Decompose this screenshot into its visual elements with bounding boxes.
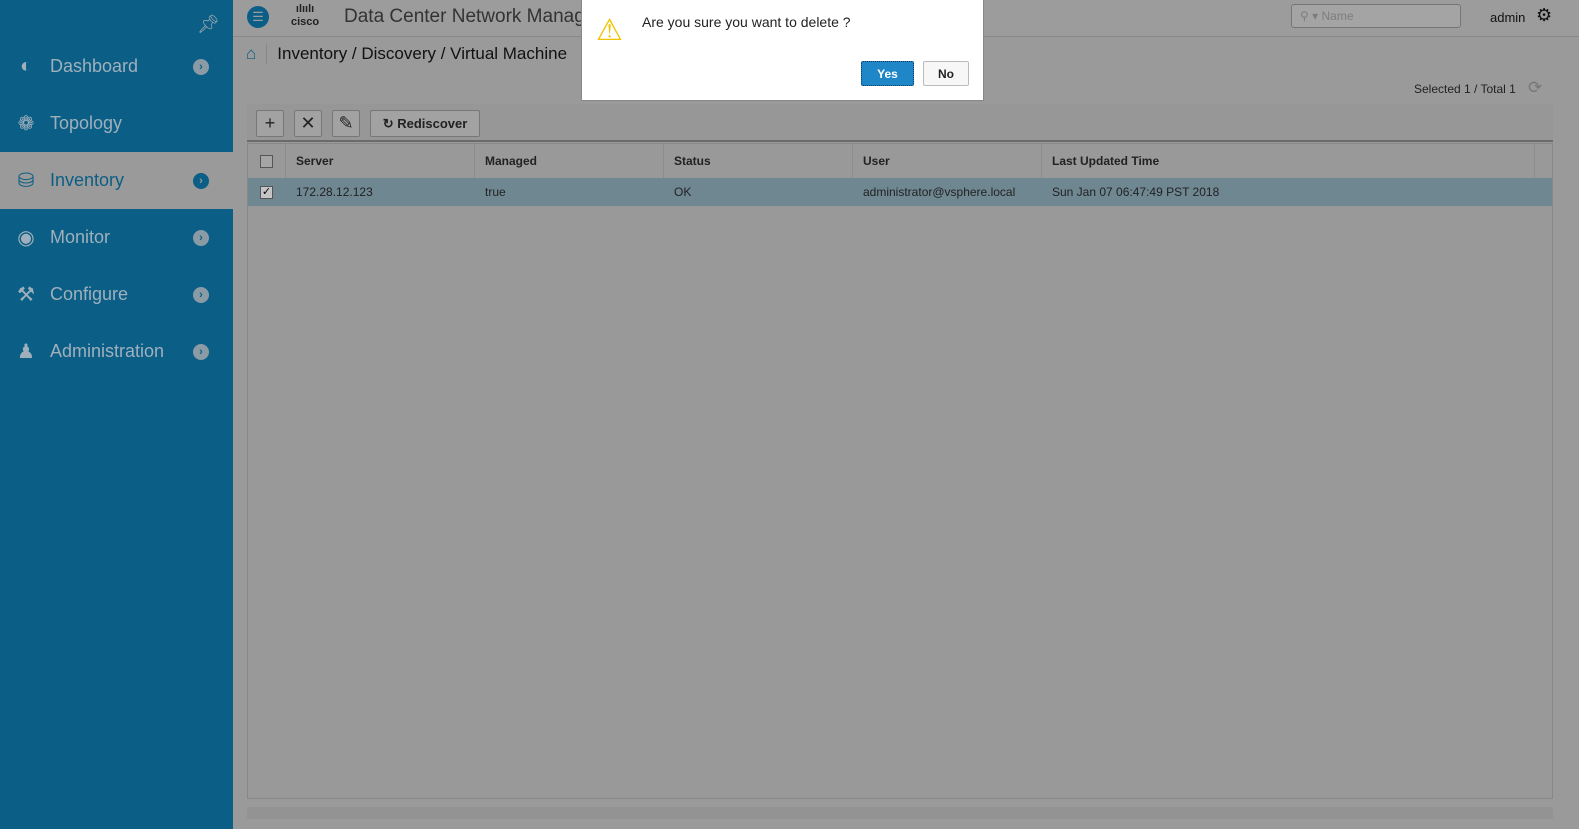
- no-button[interactable]: No: [923, 61, 969, 86]
- toolbar: + ✕ ✎ ↻ Rediscover: [247, 104, 1553, 142]
- select-all-checkbox[interactable]: [260, 154, 273, 168]
- column-header-user[interactable]: User: [853, 144, 1042, 178]
- database-icon: ⛁: [17, 170, 35, 192]
- table-header: Server Managed Status User Last Updated …: [248, 144, 1552, 178]
- sidebar-item-administration[interactable]: ♟ Administration ›: [0, 323, 233, 380]
- sidebar-item-dashboard[interactable]: ◐ Dashboard ›: [0, 38, 233, 95]
- horizontal-scrollbar[interactable]: [247, 807, 1553, 819]
- cisco-logo: ılıılı cisco: [291, 3, 320, 28]
- table-row[interactable]: ✓ 172.28.12.123 true OK administrator@vs…: [248, 178, 1552, 206]
- search-input[interactable]: ⚲ ▾ Name: [1291, 4, 1461, 28]
- pin-icon[interactable]: 📌︎: [197, 14, 220, 35]
- rediscover-icon: ↻: [382, 116, 394, 131]
- column-header-server[interactable]: Server: [286, 144, 475, 178]
- warning-icon: ⚠: [596, 14, 623, 47]
- eye-icon: ◉: [17, 227, 35, 249]
- breadcrumb: ⌂ Inventory / Discovery / Virtual Machine: [246, 44, 567, 64]
- chevron-right-icon: ›: [193, 172, 209, 189]
- sidebar-item-label: Monitor: [50, 227, 111, 247]
- sidebar-item-label: Inventory: [50, 170, 125, 190]
- column-header-last-updated[interactable]: Last Updated Time: [1042, 144, 1535, 178]
- sidebar-item-configure[interactable]: ⚒ Configure ›: [0, 266, 233, 323]
- user-menu[interactable]: admin: [1490, 10, 1525, 25]
- selection-count: Selected 1 / Total 1: [1414, 82, 1516, 96]
- cell-managed: true: [485, 185, 506, 199]
- sidebar-item-label: Configure: [50, 284, 129, 304]
- sidebar-item-topology[interactable]: ❁ Topology: [0, 95, 233, 152]
- breadcrumb-path: Inventory / Discovery / Virtual Machine: [277, 44, 568, 63]
- chevron-right-icon: ›: [193, 343, 209, 360]
- sidebar-item-inventory[interactable]: ⛁ Inventory ›: [0, 152, 233, 209]
- cell-last-updated: Sun Jan 07 06:47:49 PST 2018: [1052, 185, 1220, 199]
- cell-status: OK: [674, 185, 692, 199]
- dashboard-icon: ◐: [19, 55, 33, 77]
- sidebar-item-label: Dashboard: [50, 56, 139, 76]
- data-table: Server Managed Status User Last Updated …: [247, 143, 1553, 799]
- chevron-right-icon: ›: [193, 229, 209, 246]
- column-header-status[interactable]: Status: [664, 144, 853, 178]
- column-header-managed[interactable]: Managed: [475, 144, 664, 178]
- dialog-message: Are you sure you want to delete ?: [642, 14, 851, 30]
- rediscover-button[interactable]: ↻ Rediscover: [370, 110, 480, 137]
- admin-icon: ♟: [17, 341, 35, 363]
- sidebar: 📌︎ ◐ Dashboard › ❁ Topology ⛁ Inventory › ◉ Mo…: [0, 0, 233, 829]
- configure-icon: ⚒: [17, 284, 35, 306]
- chevron-right-icon: ›: [193, 58, 209, 75]
- sidebar-item-label: Administration: [50, 341, 165, 361]
- add-button[interactable]: +: [256, 110, 284, 137]
- edit-button[interactable]: ✎: [332, 110, 360, 137]
- delete-confirm-dialog: ⚠ Are you sure you want to delete ? Yes …: [581, 0, 984, 101]
- yes-button[interactable]: Yes: [861, 61, 914, 86]
- row-checkbox[interactable]: ✓: [260, 185, 273, 199]
- hamburger-menu-icon[interactable]: ☰: [247, 6, 269, 28]
- sidebar-item-label: Topology: [50, 113, 123, 133]
- search-icon: ⚲ ▾: [1300, 9, 1322, 23]
- gear-icon[interactable]: ⚙: [1536, 5, 1552, 26]
- sidebar-item-monitor[interactable]: ◉ Monitor ›: [0, 209, 233, 266]
- delete-button[interactable]: ✕: [294, 110, 322, 137]
- cell-server: 172.28.12.123: [296, 185, 373, 199]
- home-icon[interactable]: ⌂: [246, 44, 268, 64]
- refresh-icon[interactable]: ⟳: [1528, 78, 1542, 98]
- topology-icon: ❁: [17, 113, 35, 135]
- app-title: Data Center Network Manag: [344, 6, 585, 27]
- chevron-right-icon: ›: [193, 286, 209, 303]
- cell-user: administrator@vsphere.local: [863, 185, 1016, 199]
